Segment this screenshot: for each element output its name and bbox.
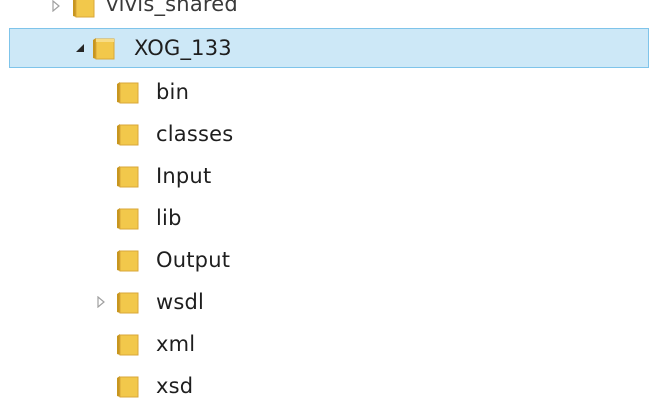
folder-icon bbox=[72, 0, 98, 18]
tree-item-xml[interactable]: xml bbox=[0, 326, 649, 362]
tree-item-wsdl[interactable]: wsdl bbox=[0, 284, 649, 320]
tree-item-xog-133[interactable]: XOG_133 bbox=[9, 28, 649, 68]
folder-icon bbox=[116, 248, 142, 272]
tree-item-xsd[interactable]: xsd bbox=[0, 368, 649, 404]
tree-item-classes[interactable]: classes bbox=[0, 116, 649, 152]
tree-item-label: wsdl bbox=[156, 290, 205, 314]
folder-icon bbox=[116, 206, 142, 230]
tree-item-label: lib bbox=[156, 206, 182, 230]
collapse-arrow-icon[interactable] bbox=[74, 42, 86, 54]
tree-item-label: xsd bbox=[156, 374, 194, 398]
folder-icon bbox=[116, 122, 142, 146]
tree-item-output[interactable]: Output bbox=[0, 242, 649, 278]
folder-icon bbox=[116, 332, 142, 356]
folder-icon bbox=[92, 36, 118, 60]
folder-icon bbox=[116, 80, 142, 104]
expand-arrow-icon[interactable] bbox=[50, 0, 62, 12]
tree-item-partial[interactable]: vivis_snared bbox=[0, 0, 649, 24]
folder-tree: vivis_snared XOG_133 bin classes Input l… bbox=[0, 0, 649, 409]
tree-item-label: vivis_snared bbox=[106, 0, 238, 16]
tree-item-label: XOG_133 bbox=[134, 36, 232, 60]
tree-item-bin[interactable]: bin bbox=[0, 74, 649, 110]
tree-item-input[interactable]: Input bbox=[0, 158, 649, 194]
folder-icon bbox=[116, 374, 142, 398]
tree-item-lib[interactable]: lib bbox=[0, 200, 649, 236]
tree-item-label: xml bbox=[156, 332, 196, 356]
folder-icon bbox=[116, 290, 142, 314]
tree-item-label: classes bbox=[156, 122, 234, 146]
expand-arrow-icon[interactable] bbox=[95, 296, 107, 308]
tree-item-label: Input bbox=[156, 164, 212, 188]
tree-item-label: Output bbox=[156, 248, 231, 272]
folder-icon bbox=[116, 164, 142, 188]
tree-item-label: bin bbox=[156, 80, 190, 104]
